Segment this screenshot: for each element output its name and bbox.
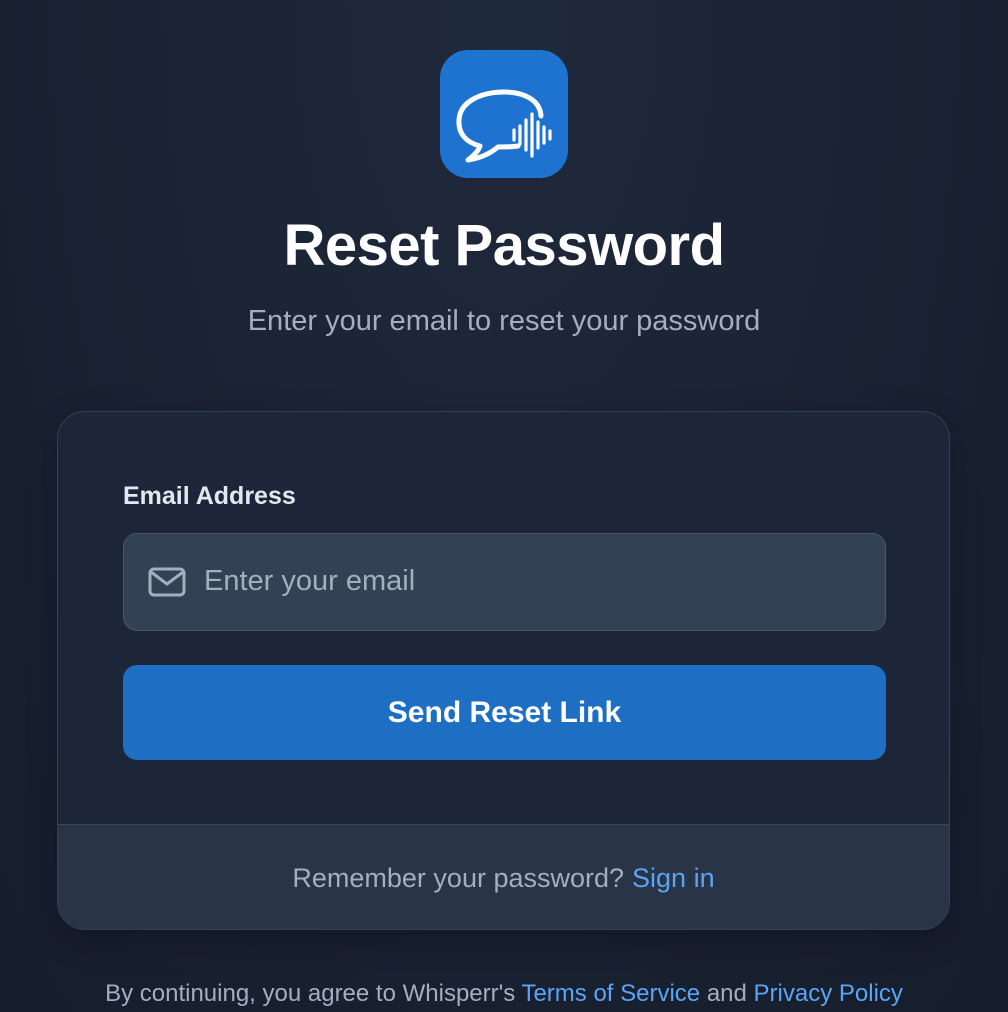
- terms-of-service-link[interactable]: Terms of Service: [521, 980, 700, 1007]
- reset-card: Email Address Send Reset Link Remember y…: [57, 411, 950, 930]
- card-footer: Remember your password? Sign in: [58, 824, 949, 929]
- sign-in-link[interactable]: Sign in: [632, 863, 715, 894]
- email-label: Email Address: [123, 482, 296, 510]
- mail-icon: [148, 567, 186, 597]
- send-reset-link-button[interactable]: Send Reset Link: [123, 665, 886, 760]
- legal-prefix: By continuing, you agree to Whisperr's: [105, 980, 522, 1007]
- app-logo: [440, 50, 568, 178]
- page-subtitle: Enter your email to reset your password: [247, 305, 761, 337]
- legal-conjunction: and: [700, 980, 754, 1007]
- page-title: Reset Password: [283, 213, 725, 278]
- email-field-wrapper[interactable]: [123, 533, 886, 631]
- privacy-policy-link[interactable]: Privacy Policy: [754, 980, 903, 1007]
- email-input[interactable]: [204, 534, 864, 629]
- legal-notice: By continuing, you agree to Whisperr's T…: [0, 980, 1008, 1008]
- chat-bubble-soundwave-icon: [456, 89, 552, 163]
- remember-password-prompt: Remember your password?: [292, 862, 625, 893]
